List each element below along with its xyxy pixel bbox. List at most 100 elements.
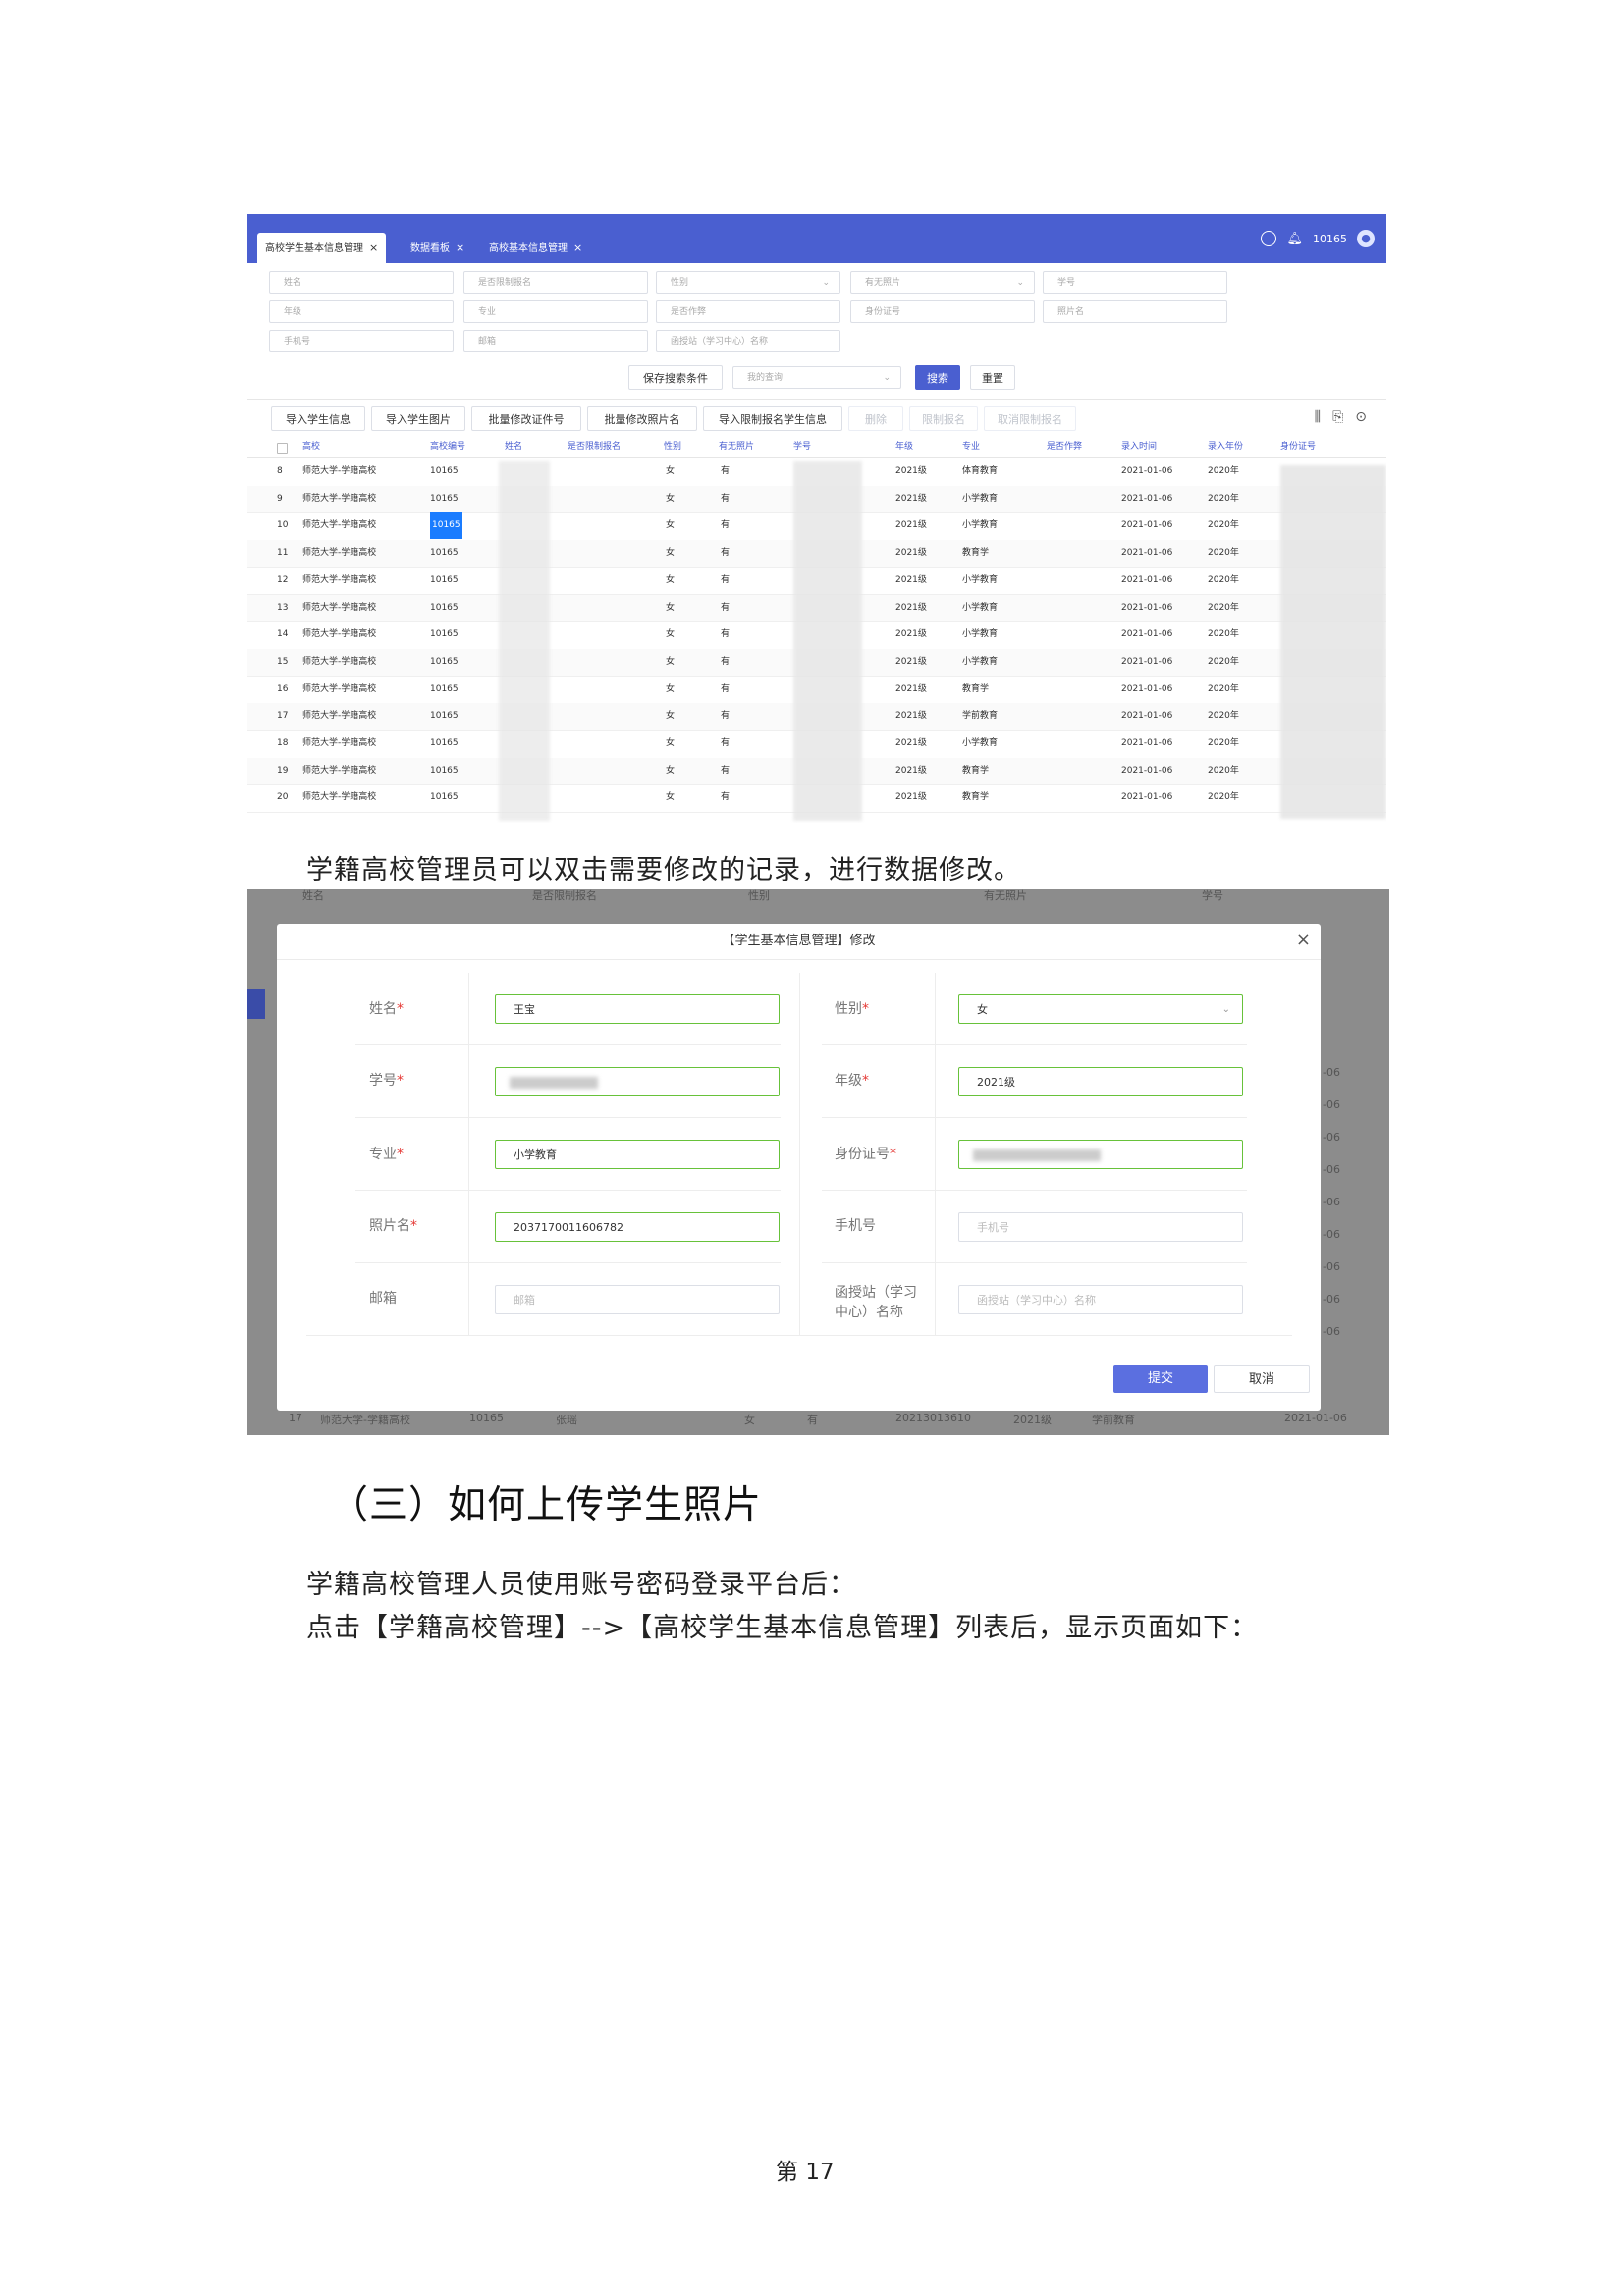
avatar-icon[interactable]: ● [1357,230,1375,247]
phone-input[interactable]: 手机号 [958,1212,1243,1242]
batch-edit-id-button[interactable]: 批量修改证件号 [471,406,581,431]
edit-dialog-screenshot: 姓名 是否限制报名 性别 有无照片 学号 -06 -06 -06 -06 -06 -06-… [247,889,1389,1435]
bg-row-gender: 女 [744,1414,755,1426]
cancel-restrict-button[interactable]: 取消限制报名 [984,406,1076,431]
cell-time: 2021-01-06 [1121,520,1173,531]
tab-label: 高校基本信息管理 [489,243,568,254]
grade-input[interactable]: 2021级 [958,1067,1243,1096]
col-code[interactable]: 高校编号 [430,436,465,457]
blurred-student-nos [793,461,862,821]
cell-photo: 有 [721,466,731,476]
cell-major: 教育学 [962,548,990,559]
divider [935,973,936,1335]
close-icon[interactable]: × [369,241,378,254]
col-school[interactable]: 高校 [302,436,320,457]
cell-photo: 有 [721,574,731,585]
col-cheat[interactable]: 是否作弊 [1047,436,1082,457]
batch-edit-photo-name-button[interactable]: 批量修改照片名 [587,406,697,431]
cell-photo: 有 [721,520,731,531]
label-student-no: 学号* [369,1071,404,1091]
cell-gender: 女 [666,548,676,559]
col-major[interactable]: 专业 [962,436,980,457]
cell-grade: 2021级 [895,629,927,640]
required-mark: * [397,1001,404,1017]
id-no-input[interactable] [958,1140,1243,1169]
delete-button[interactable]: 删除 [848,406,903,431]
filter-student-no[interactable]: 学号 [1043,271,1227,294]
label-phone: 手机号 [835,1218,876,1234]
col-year[interactable]: 录入年份 [1208,436,1243,457]
filter-station[interactable]: 函授站（学习中心）名称 [656,330,840,352]
page-number: 第 17 [776,2153,835,2186]
col-photo[interactable]: 有无照片 [719,436,754,457]
cancel-button[interactable]: 取消 [1214,1365,1310,1393]
cell-school: 师范大学-学籍高校 [302,711,377,721]
student-no-input[interactable] [495,1067,780,1096]
filter-id-no[interactable]: 身份证号 [850,300,1035,323]
tab-student-info[interactable]: 高校学生基本信息管理 × [257,233,387,263]
my-query-select[interactable]: 我的查询 ⌄ [732,366,901,389]
cell-idx: 12 [277,574,289,585]
name-input[interactable]: 王宝 [495,994,780,1024]
cell-gender: 女 [666,683,676,694]
columns-icon[interactable]: ⫼ [1315,409,1321,425]
col-grade[interactable]: 年级 [895,436,913,457]
cell-year: 2020年 [1208,574,1239,585]
filter-cheat[interactable]: 是否作弊 [656,300,840,323]
blurred-value [510,1077,598,1089]
photo-name-input[interactable]: 2037170011606782 [495,1212,780,1242]
col-gender[interactable]: 性别 [664,436,681,457]
cell-grade: 2021级 [895,466,927,476]
close-icon[interactable]: × [456,241,464,254]
compass-icon[interactable] [1261,231,1277,246]
tab-school-info[interactable]: 高校基本信息管理 × [481,233,590,263]
cell-major: 小学教育 [962,656,999,667]
cell-gender: 女 [666,656,676,667]
col-student-no[interactable]: 学号 [793,436,811,457]
import-student-photo-button[interactable]: 导入学生图片 [371,406,465,431]
bell-icon[interactable]: 🔔︎ [1286,232,1303,246]
station-input[interactable]: 函授站（学习中心）名称 [958,1285,1243,1314]
email-input[interactable]: 邮箱 [495,1285,780,1314]
col-name[interactable]: 姓名 [505,436,522,457]
cell-year: 2020年 [1208,466,1239,476]
filter-email[interactable]: 邮箱 [463,330,648,352]
filter-phone[interactable]: 手机号 [269,330,454,352]
search-button[interactable]: 搜索 [915,365,960,390]
col-restricted[interactable]: 是否限制报名 [568,436,621,457]
import-student-info-button[interactable]: 导入学生信息 [271,406,365,431]
restrict-button[interactable]: 限制报名 [909,406,978,431]
reset-button[interactable]: 重置 [970,365,1015,390]
filter-grade[interactable]: 年级 [269,300,454,323]
collapse-icon[interactable]: ⊙ [1355,409,1367,425]
cell-school: 师范大学-学籍高校 [302,548,377,559]
col-id-no[interactable]: 身份证号 [1280,436,1316,457]
gender-select[interactable]: 女 ⌄ [958,994,1243,1024]
cell-time: 2021-01-06 [1121,656,1173,667]
col-time[interactable]: 录入时间 [1121,436,1157,457]
divider [355,1117,781,1118]
cell-school: 师范大学-学籍高校 [302,493,377,504]
filter-restricted[interactable]: 是否限制报名 [463,271,648,294]
select-all-checkbox[interactable] [277,443,288,454]
cell-year: 2020年 [1208,711,1239,721]
cell-gender: 女 [666,738,676,748]
filter-photo[interactable]: 有无照片 ⌄ [850,271,1035,294]
cell-time: 2021-01-06 [1121,574,1173,585]
filter-name[interactable]: 姓名 [269,271,454,294]
import-restricted-button[interactable]: 导入限制报名学生信息 [703,406,842,431]
cell-time: 2021-01-06 [1121,738,1173,748]
close-icon[interactable]: × [573,241,582,254]
tab-dashboard[interactable]: 数据看板 × [403,233,472,263]
filter-major[interactable]: 专业 [463,300,648,323]
close-icon[interactable]: × [1296,930,1311,950]
filter-gender[interactable]: 性别 ⌄ [656,271,840,294]
export-icon[interactable]: ⎘ [1332,409,1343,425]
cell-code: 10165 [430,493,459,504]
save-search-button[interactable]: 保存搜索条件 [628,365,723,390]
filter-photo-name[interactable]: 照片名 [1043,300,1227,323]
major-input[interactable]: 小学教育 [495,1140,780,1169]
submit-button[interactable]: 提交 [1113,1365,1208,1393]
bg-date: -06 [1323,1131,1340,1144]
bg-row-name: 张瑶 [556,1414,577,1426]
